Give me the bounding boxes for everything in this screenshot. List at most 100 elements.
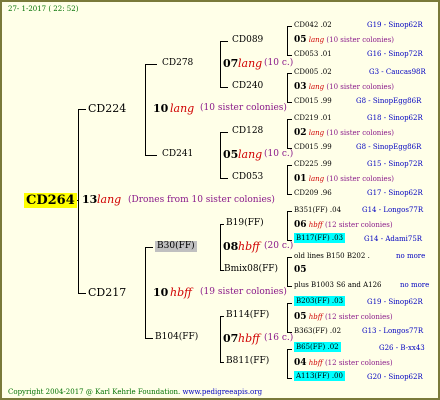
- gen3-code[interactable]: B114(FF): [226, 311, 269, 320]
- gen4-more-link[interactable]: no more: [400, 282, 429, 289]
- gen3-code[interactable]: B811(FF): [226, 357, 269, 366]
- gen4-generation: 06: [294, 220, 307, 230]
- gen4-ref[interactable]: G19 - Sinop62R: [367, 22, 423, 29]
- connector: [287, 303, 292, 304]
- connector: [287, 73, 292, 74]
- gen4-year: .01: [320, 114, 332, 122]
- pedigree-panel: 27- 1-2017 ( 22: 52) CD264 13 lang (Dron…: [0, 0, 440, 400]
- gen4-note: (12 sister colonies): [324, 313, 393, 321]
- gen4-year: .02: [329, 327, 342, 335]
- gen2-code[interactable]: B104(FF): [155, 333, 198, 342]
- gen2-generation: 08: [223, 240, 239, 253]
- connector: [220, 87, 228, 88]
- connector: [287, 257, 292, 258]
- connector: [287, 119, 288, 148]
- gen4-code[interactable]: B117(FF): [296, 234, 330, 242]
- gen4-ref[interactable]: G15 - Sinop72R: [367, 161, 423, 168]
- connector: [287, 26, 292, 27]
- gen4-code[interactable]: CD209: [294, 189, 318, 197]
- connector: [287, 286, 292, 287]
- gen1-code[interactable]: CD224: [88, 103, 126, 114]
- root-queen-code[interactable]: CD264: [24, 193, 77, 208]
- gen4-code[interactable]: CD219: [294, 114, 318, 122]
- gen4-ref[interactable]: G17 - Sinop62R: [367, 190, 423, 197]
- connector: [220, 224, 224, 225]
- connector: [220, 362, 224, 363]
- gen4-more-link[interactable]: no more: [396, 253, 425, 260]
- gen4-ref[interactable]: G20 - Sinop62R: [367, 374, 423, 381]
- gen4-ref[interactable]: G3 - Caucas98R: [369, 69, 426, 76]
- gen4-code[interactable]: B203(FF): [296, 297, 330, 305]
- gen2-code[interactable]: CD278: [162, 59, 193, 68]
- connector: [287, 349, 288, 378]
- gen4-code[interactable]: CD005: [294, 68, 318, 76]
- gen4-info: plus B1003 S6 and A126: [294, 281, 382, 289]
- connector: [287, 194, 292, 195]
- gen1-code[interactable]: CD217: [88, 287, 126, 298]
- gen4-ref[interactable]: G18 - Sinop62R: [367, 115, 423, 122]
- connector: [220, 316, 221, 363]
- gen4-year: .02: [320, 68, 332, 76]
- gen4-ref[interactable]: G26 - B-xx43: [379, 345, 425, 352]
- gen4-code[interactable]: B363(FF): [294, 327, 328, 335]
- gen4-breed: hbff: [308, 313, 323, 321]
- gen4-year: .96: [320, 189, 332, 197]
- gen4-code[interactable]: CD053: [294, 50, 318, 58]
- gen4-ref[interactable]: G8 - SinopEgg86R: [356, 98, 421, 105]
- connector: [287, 26, 288, 55]
- gen4-ref[interactable]: G16 - Sinop72R: [367, 51, 423, 58]
- connector: [145, 247, 146, 339]
- root-breed: lang: [97, 193, 122, 206]
- connector: [287, 211, 292, 212]
- gen4-note: (10 sister colonies): [326, 129, 395, 137]
- gen4-generation: 05: [294, 265, 307, 275]
- gen2-note: (20 c.): [264, 241, 294, 251]
- gen4-generation: 04: [294, 358, 307, 368]
- gen4-generation: 05: [294, 312, 307, 322]
- connector: [220, 178, 228, 179]
- gen4-ref[interactable]: G13 - Longos77R: [362, 328, 423, 335]
- connector: [287, 303, 288, 332]
- gen4-code[interactable]: A113(FF): [296, 372, 330, 380]
- gen4-ref[interactable]: G14 - Longos77R: [362, 207, 423, 214]
- gen3-code[interactable]: CD053: [232, 173, 263, 182]
- gen3-code[interactable]: CD089: [232, 36, 263, 45]
- gen4-generation: 03: [294, 82, 307, 92]
- gen3-code[interactable]: B19(FF): [226, 219, 264, 228]
- footer-link[interactable]: www.pedigreeapis.org: [183, 388, 263, 396]
- connector: [287, 119, 292, 120]
- gen4-year: .01: [320, 50, 332, 58]
- gen2-generation: 05: [223, 148, 239, 161]
- gen4-code[interactable]: B65(FF): [296, 343, 325, 351]
- gen4-code[interactable]: CD042: [294, 21, 318, 29]
- gen4-ref[interactable]: G14 - Adami75R: [364, 236, 422, 243]
- gen2-generation: 07: [223, 332, 239, 345]
- gen4-ref[interactable]: G8 - SinopEgg86R: [356, 144, 421, 151]
- gen4-code[interactable]: CD015: [294, 143, 318, 151]
- connector: [220, 41, 221, 88]
- connector: [145, 155, 157, 156]
- gen4-note: (12 sister colonies): [324, 221, 393, 229]
- connector: [220, 224, 221, 271]
- gen4-ref[interactable]: G19 - Sinop62R: [367, 299, 423, 306]
- gen4-generation: 01: [294, 174, 307, 184]
- root-note: (Drones from 10 sister colonies): [128, 195, 275, 205]
- gen3-code[interactable]: CD240: [232, 82, 263, 91]
- gen4-breed: lang: [308, 129, 325, 137]
- gen2-note: (10 c.): [264, 149, 294, 159]
- gen4-code[interactable]: B351(FF): [294, 206, 328, 214]
- gen2-code[interactable]: B30(FF): [155, 241, 197, 252]
- connector: [145, 338, 153, 339]
- gen4-year: .04: [329, 206, 342, 214]
- gen3-code[interactable]: Bmix08(FF): [224, 265, 278, 274]
- gen4-note: (10 sister colonies): [326, 36, 395, 44]
- gen4-code[interactable]: CD225: [294, 160, 318, 168]
- gen2-code[interactable]: CD241: [162, 150, 193, 159]
- connector: [287, 55, 292, 56]
- gen4-note: (10 sister colonies): [326, 175, 395, 183]
- gen4-note: (10 sister colonies): [326, 83, 395, 91]
- gen4-note: (12 sister colonies): [324, 359, 393, 367]
- gen4-code[interactable]: CD015: [294, 97, 318, 105]
- gen3-code[interactable]: CD128: [232, 127, 263, 136]
- connector: [287, 257, 288, 286]
